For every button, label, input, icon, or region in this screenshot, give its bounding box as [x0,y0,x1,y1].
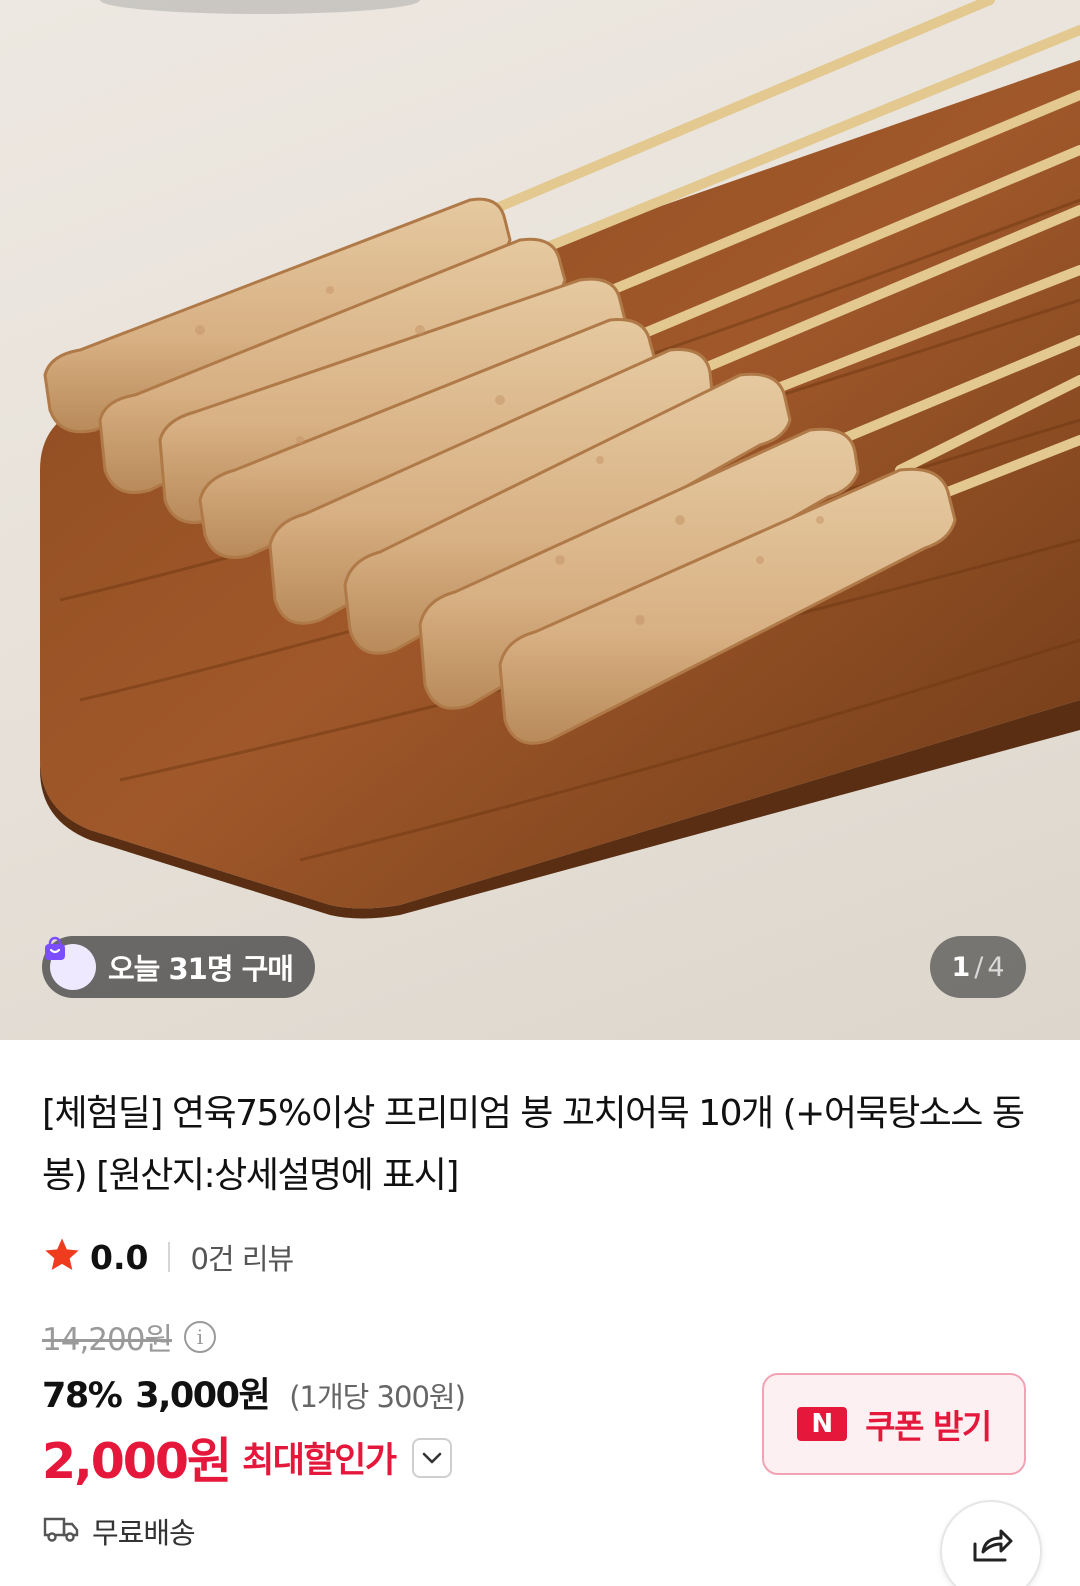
chevron-down-icon[interactable] [411,1437,452,1478]
truck-icon [42,1514,80,1548]
image-pager: 1 / 4 [930,936,1026,998]
today-purchase-text: 오늘 31명 구매 [108,952,294,986]
info-icon[interactable]: i [184,1320,216,1353]
review-count-link[interactable]: 0건 리뷰 [190,1236,294,1278]
max-discount-row[interactable]: 2,000원 최대할인가 [42,1422,452,1493]
product-photo [40,0,1080,919]
product-image-gallery[interactable]: 오늘 31명 구매 1 / 4 [0,0,1080,1040]
original-price-row: 14,200원 i [42,1314,216,1359]
star-icon [42,1235,82,1279]
coupon-button[interactable]: N 쿠폰 받기 [762,1373,1026,1475]
coupon-label: 쿠폰 받기 [865,1407,992,1446]
rating-divider [168,1242,171,1272]
shipping-row: 무료배송 [42,1510,196,1552]
sale-price-row: 78% 3,000원 (1개당 300원) [42,1367,466,1418]
today-purchase-badge: 오늘 31명 구매 [42,936,315,998]
pager-current: 1 [951,951,971,983]
sale-price: 3,000원 [135,1376,270,1416]
naver-n-icon: N [797,1407,848,1441]
pager-total: 4 [987,951,1005,983]
shopping-bag-icon [45,936,96,990]
share-icon [969,1524,1013,1568]
share-button[interactable] [940,1500,1042,1586]
product-title: [체험딜] 연육75%이상 프리미엄 봉 꼬치어묵 10개 (+어묵탕소스 동봉… [42,1093,1025,1196]
shipping-label: 무료배송 [92,1516,196,1550]
max-discount-price: 2,000원 [42,1433,232,1490]
discount-rate: 78% [42,1376,123,1416]
original-price: 14,200원 [42,1322,173,1358]
max-discount-label: 최대할인가 [242,1441,397,1481]
rating-row[interactable]: 0.0 0건 리뷰 [42,1234,294,1280]
unit-price: (1개당 300원) [289,1380,466,1414]
pager-separator: / [974,951,984,983]
rating-score: 0.0 [90,1237,149,1277]
